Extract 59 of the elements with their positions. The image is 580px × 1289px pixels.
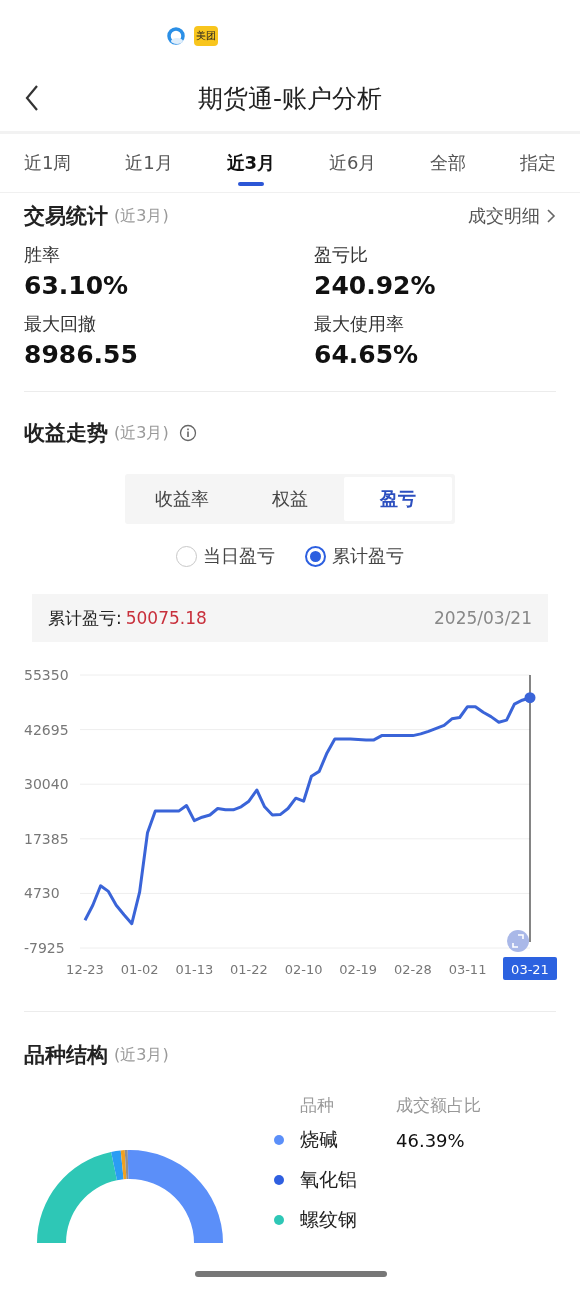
metric-value: 240.92% bbox=[314, 271, 437, 300]
radio-label[interactable]: 累计盈亏 bbox=[332, 544, 404, 568]
mode-tab[interactable]: 盈亏 bbox=[344, 477, 452, 521]
period-tab[interactable]: 近1周 bbox=[24, 134, 72, 192]
mode-tab[interactable]: 收益率 bbox=[128, 477, 236, 521]
metric-label: 胜率 bbox=[24, 243, 61, 267]
section-title: 收益走势 bbox=[24, 420, 108, 447]
metric-value: 8986.55 bbox=[24, 340, 139, 369]
x-axis-label: 02-28 bbox=[394, 962, 432, 977]
y-axis-label: -7925 bbox=[24, 940, 65, 956]
summary-value: 50075.18 bbox=[125, 608, 207, 628]
x-axis-label: 02-10 bbox=[284, 962, 323, 977]
y-axis-label: 55350 bbox=[24, 667, 69, 683]
metric-value: 63.10% bbox=[24, 271, 130, 300]
column-header: 成交额占比 bbox=[396, 1093, 481, 1117]
variety-name: 氧化铝 bbox=[300, 1167, 358, 1192]
period-tab[interactable]: 近1月 bbox=[125, 134, 173, 192]
period-label: (近3月) bbox=[114, 1044, 169, 1066]
mode-tab[interactable]: 权益 bbox=[236, 477, 344, 521]
x-axis-label: 12-23 bbox=[66, 962, 104, 977]
radio-button[interactable] bbox=[305, 545, 326, 567]
period-tab[interactable]: 近3月 bbox=[226, 134, 276, 192]
back-icon[interactable] bbox=[24, 84, 40, 112]
info-icon[interactable] bbox=[178, 424, 197, 442]
period-label: (近3月) bbox=[114, 422, 169, 444]
variety-name: 烧碱 bbox=[300, 1127, 339, 1152]
ratio-value: 46.39% bbox=[396, 1129, 465, 1151]
y-axis-label: 30040 bbox=[24, 776, 69, 793]
column-header: 品种 bbox=[299, 1093, 335, 1117]
period-tab[interactable]: 全部 bbox=[430, 134, 467, 192]
radio-label[interactable]: 当日盈亏 bbox=[203, 544, 275, 568]
x-axis-label: 03-11 bbox=[448, 962, 487, 977]
period-tab[interactable]: 近6月 bbox=[328, 134, 377, 192]
x-axis-label: 02-19 bbox=[339, 962, 378, 977]
period-label: (近3月) bbox=[114, 205, 169, 227]
x-tick-label: 03-21 bbox=[511, 962, 549, 977]
y-axis-label: 4730 bbox=[24, 885, 60, 902]
details-link[interactable]: 成交明细 bbox=[468, 204, 556, 228]
x-axis-label: 01-02 bbox=[120, 962, 159, 977]
selected-date-badge: 03-21 bbox=[503, 957, 557, 980]
x-axis-label: 01-13 bbox=[175, 962, 214, 977]
summary-label: 累计盈亏: bbox=[48, 606, 122, 630]
page-title: 期货通-账户分析 bbox=[198, 82, 382, 115]
metric-label: 最大回撤 bbox=[24, 312, 97, 336]
y-axis-label: 17385 bbox=[24, 830, 69, 847]
x-axis-label: 01-22 bbox=[230, 962, 268, 977]
y-axis-label: 42695 bbox=[24, 721, 69, 738]
section-title: 品种结构 bbox=[24, 1042, 108, 1069]
browser-app-icon bbox=[166, 26, 186, 46]
chevron-right-icon bbox=[546, 208, 556, 224]
variety-name: 螺纹钢 bbox=[300, 1207, 358, 1232]
metric-label: 盈亏比 bbox=[314, 243, 369, 267]
period-tab[interactable]: 指定 bbox=[519, 134, 556, 192]
data-point bbox=[524, 692, 536, 704]
metric-label: 最大使用率 bbox=[314, 312, 405, 336]
metric-value: 64.65% bbox=[314, 340, 420, 369]
section-title: 交易统计 bbox=[24, 203, 108, 230]
app-icon[interactable]: 美团 bbox=[194, 26, 218, 46]
summary-date: 2025/03/21 bbox=[434, 608, 532, 628]
